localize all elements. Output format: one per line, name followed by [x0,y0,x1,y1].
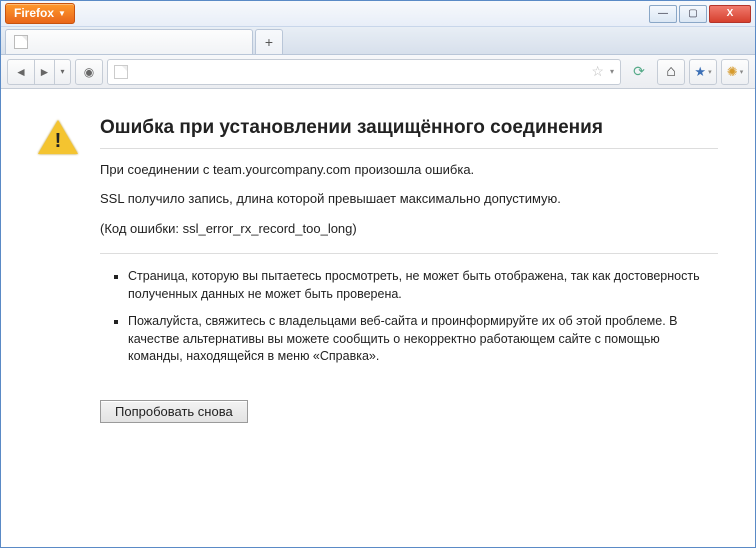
home-button[interactable] [657,59,685,85]
back-arrow-icon: ◄ [15,65,27,79]
maximize-icon: ▢ [688,8,697,19]
chevron-down-icon: ▾ [60,67,64,76]
toolbar-right-group: ★▾ ▾ [657,59,749,85]
chevron-down-icon: ▾ [708,68,712,76]
error-line-1: При соединении с team.yourcompany.com пр… [100,161,718,179]
error-container: Ошибка при установлении защищённого соед… [38,116,718,423]
maximize-button[interactable]: ▢ [679,5,707,23]
plus-icon: + [265,34,273,50]
navigation-toolbar: ◄ ► ▾ ◉ ☆ ▾ ★▾ ▾ [1,55,755,89]
reload-button[interactable] [625,59,653,85]
warning-icon [38,120,78,156]
browser-tab[interactable] [5,29,253,54]
forward-arrow-icon: ► [39,65,51,79]
target-icon: ◉ [84,65,94,79]
tab-strip: + [1,27,755,55]
home-icon [666,63,676,81]
page-icon [14,35,28,49]
error-code: (Код ошибки: ssl_error_rx_record_too_lon… [100,220,718,238]
chevron-down-icon[interactable]: ▾ [610,67,614,76]
bookmark-panel-button[interactable]: ◉ [75,59,103,85]
firefox-menu-button[interactable]: Firefox ▼ [5,3,75,24]
retry-button[interactable]: Попробовать снова [100,400,248,423]
error-details-list: Страница, которую вы пытаетесь просмотре… [100,253,718,382]
back-forward-group: ◄ ► ▾ [7,59,71,85]
firefox-menu-label: Firefox [14,6,54,20]
minimize-button[interactable]: — [649,5,677,23]
forward-button[interactable]: ► [35,59,55,85]
close-icon: X [727,8,734,19]
minimize-icon: — [658,8,668,19]
error-title: Ошибка при установлении защищённого соед… [100,116,718,149]
error-detail-item: Пожалуйста, свяжитесь с владельцами веб-… [128,313,712,366]
window-titlebar: Firefox ▼ — ▢ X [1,1,755,27]
page-icon [114,65,128,79]
error-detail-item: Страница, которую вы пытаетесь просмотре… [128,268,712,303]
page-content: Ошибка при установлении защищённого соед… [2,90,754,546]
star-icon[interactable]: ☆ [591,63,604,80]
chevron-down-icon: ▼ [58,9,66,18]
new-tab-button[interactable]: + [255,29,283,54]
feed-icon [727,64,738,80]
error-line-2: SSL получило запись, длина которой превы… [100,190,718,208]
history-dropdown-button[interactable]: ▾ [55,59,71,85]
bookmark-star-icon: ★ [694,64,706,80]
chevron-down-icon: ▾ [740,68,744,76]
url-bar[interactable]: ☆ ▾ [107,59,621,85]
feed-button[interactable]: ▾ [721,59,749,85]
reload-icon [633,63,645,80]
bookmarks-menu-button[interactable]: ★▾ [689,59,717,85]
close-button[interactable]: X [709,5,751,23]
error-body: Ошибка при установлении защищённого соед… [100,116,718,423]
window-controls: — ▢ X [649,5,751,23]
back-button[interactable]: ◄ [7,59,35,85]
